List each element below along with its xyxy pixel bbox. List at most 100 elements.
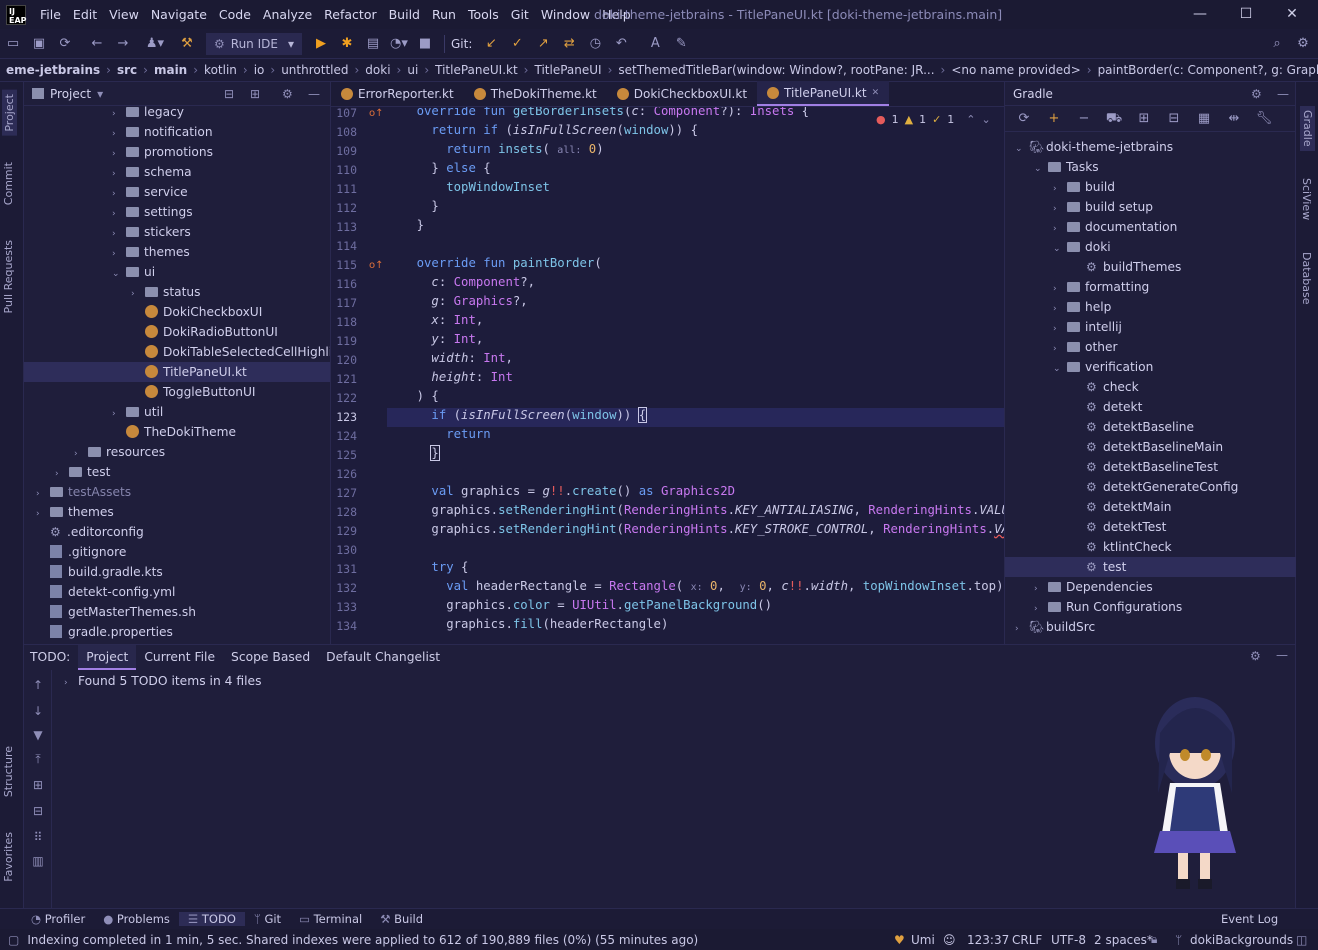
gradle-tree-row[interactable]: ⚙ detektBaselineMain bbox=[1005, 437, 1296, 457]
file-encoding[interactable]: UTF-8 bbox=[1051, 933, 1086, 947]
execute-task-icon[interactable]: ⛟ bbox=[1101, 108, 1127, 130]
project-tree-row[interactable]: .gitignore bbox=[24, 542, 330, 562]
open-folder-icon[interactable]: ▭ bbox=[0, 33, 26, 55]
todo-tab[interactable]: Scope Based bbox=[223, 645, 318, 670]
project-tree-row[interactable]: getMasterThemes.sh bbox=[24, 602, 330, 622]
autoscroll-icon[interactable]: ⤒ bbox=[30, 752, 46, 767]
collapse-all-icon[interactable]: ⊟ bbox=[224, 87, 234, 101]
emoji-icon[interactable]: ☺ bbox=[943, 933, 956, 947]
gradle-tree-row[interactable]: ⌄ doki bbox=[1005, 237, 1296, 257]
chevron-icon[interactable]: › bbox=[112, 184, 126, 204]
gradle-tree-row[interactable]: › Run Configurations bbox=[1005, 597, 1296, 617]
tool-window-button[interactable]: ◔ Profiler bbox=[22, 912, 94, 926]
project-tree-row[interactable]: ⌄ ui bbox=[24, 262, 330, 282]
breadcrumb-item[interactable]: kotlin bbox=[198, 63, 243, 77]
gradle-tree-row[interactable]: › build bbox=[1005, 177, 1296, 197]
menu-git[interactable]: Git bbox=[505, 7, 535, 22]
gradle-tree-row[interactable]: ⚙ detektGenerateConfig bbox=[1005, 477, 1296, 497]
tool-tab-sciview[interactable]: SciView bbox=[1300, 178, 1313, 220]
profile-icon[interactable]: ◔▾ bbox=[386, 33, 412, 55]
tool-tab-database[interactable]: Database bbox=[1300, 252, 1313, 305]
git-fetch-icon[interactable]: ⇄ bbox=[556, 33, 582, 55]
todo-tab[interactable]: Project bbox=[78, 645, 137, 670]
expand-all-icon[interactable]: ⊞ bbox=[250, 87, 260, 101]
hide-panel-icon[interactable]: — bbox=[308, 87, 320, 101]
project-tree-row[interactable]: TitlePaneUI.kt bbox=[24, 362, 330, 382]
todo-options-gear-icon[interactable]: ⚙ bbox=[1250, 649, 1261, 663]
tool-tab-gradle[interactable]: Gradle bbox=[1300, 106, 1315, 151]
project-tree-row[interactable]: › notification bbox=[24, 122, 330, 142]
filter-icon[interactable]: ▼ bbox=[30, 728, 46, 742]
gradle-tree-row[interactable]: › other bbox=[1005, 337, 1296, 357]
build-hammer-icon[interactable]: ⚒ bbox=[174, 33, 200, 55]
project-tree-row[interactable]: DokiRadioButtonUI bbox=[24, 322, 330, 342]
tool-tab-structure[interactable]: Structure bbox=[2, 746, 15, 797]
menu-tools[interactable]: Tools bbox=[462, 7, 505, 22]
menu-window[interactable]: Window bbox=[535, 7, 596, 22]
project-tree-row[interactable]: › testAssets bbox=[24, 482, 330, 502]
menu-analyze[interactable]: Analyze bbox=[257, 7, 318, 22]
status-message[interactable]: Indexing completed in 1 min, 5 sec. Shar… bbox=[27, 933, 698, 947]
chevron-icon[interactable]: › bbox=[1034, 599, 1048, 619]
chevron-icon[interactable]: › bbox=[1053, 179, 1067, 199]
breadcrumb-item[interactable]: <no name provided> bbox=[945, 63, 1086, 77]
project-tree-row[interactable]: ToggleButtonUI bbox=[24, 382, 330, 402]
chevron-icon[interactable]: › bbox=[1053, 219, 1067, 239]
collapse-all-icon[interactable]: ⊟ bbox=[30, 804, 46, 818]
chevron-icon[interactable]: › bbox=[112, 244, 126, 264]
chevron-icon[interactable]: ⌄ bbox=[1053, 359, 1067, 379]
chevron-icon[interactable]: › bbox=[112, 404, 126, 424]
reload-icon[interactable]: ⟳ bbox=[1011, 108, 1037, 130]
project-tree-row[interactable]: build.gradle.kts bbox=[24, 562, 330, 582]
gradle-hide-icon[interactable]: — bbox=[1277, 87, 1289, 101]
add-icon[interactable]: + bbox=[1041, 108, 1067, 130]
gradle-tree-row[interactable]: › intellij bbox=[1005, 317, 1296, 337]
git-commit-icon[interactable]: ✓ bbox=[504, 33, 530, 55]
chevron-icon[interactable]: ⌄ bbox=[1015, 139, 1029, 159]
tool-tab-commit[interactable]: Commit bbox=[2, 162, 15, 205]
history-icon[interactable]: ◷ bbox=[582, 33, 608, 55]
todo-summary-row[interactable]: › Found 5 TODO items in 4 files bbox=[64, 674, 262, 688]
tool-window-button[interactable]: ᛘ Git bbox=[245, 912, 290, 926]
todo-tab[interactable]: Current File bbox=[136, 645, 223, 670]
stop-icon[interactable]: ■ bbox=[412, 33, 438, 55]
options-gear-icon[interactable]: ⚙ bbox=[282, 87, 293, 101]
event-log-button[interactable]: Event Log bbox=[1212, 912, 1287, 926]
editor-tab[interactable]: ErrorReporter.kt bbox=[331, 81, 464, 106]
annotate-icon[interactable]: A bbox=[642, 33, 668, 55]
tool-window-button[interactable]: ⚒ Build bbox=[371, 912, 432, 926]
gradle-tree-row[interactable]: › 🐘︎ buildSrc bbox=[1005, 617, 1296, 637]
tool-tab-project[interactable]: Project bbox=[2, 90, 17, 136]
chevron-icon[interactable]: ⌄ bbox=[1053, 239, 1067, 259]
breadcrumb-item[interactable]: unthrottled bbox=[275, 63, 354, 77]
chevron-icon[interactable]: ⌄ bbox=[1034, 159, 1048, 179]
project-tree-row[interactable]: › legacy bbox=[24, 106, 330, 122]
gradle-tree-row[interactable]: › build setup bbox=[1005, 197, 1296, 217]
project-tree-row[interactable]: detekt-config.yml bbox=[24, 582, 330, 602]
breadcrumb-item[interactable]: paintBorder(c: Component?, g: Graphics?,… bbox=[1092, 63, 1318, 77]
breadcrumb-item[interactable]: TitlePaneUI bbox=[528, 63, 607, 77]
override-gutter-icon[interactable]: o↑ bbox=[369, 108, 384, 119]
menu-code[interactable]: Code bbox=[213, 7, 257, 22]
menu-refactor[interactable]: Refactor bbox=[318, 7, 382, 22]
highlight-icon[interactable]: ✎ bbox=[668, 33, 694, 55]
project-tree-row[interactable]: › promotions bbox=[24, 142, 330, 162]
project-tree-row[interactable]: › themes bbox=[24, 242, 330, 262]
override-gutter-icon[interactable]: o↑ bbox=[369, 260, 384, 271]
tool-window-button[interactable]: ☰ TODO bbox=[178, 912, 245, 926]
breadcrumb-item[interactable]: doki bbox=[359, 63, 396, 77]
chevron-icon[interactable]: › bbox=[1053, 299, 1067, 319]
editor-tab[interactable]: DokiCheckboxUI.kt bbox=[607, 81, 757, 106]
gradle-tree-row[interactable]: › formatting bbox=[1005, 277, 1296, 297]
user-icon[interactable]: ♟▾ bbox=[142, 33, 168, 55]
remove-icon[interactable]: − bbox=[1071, 108, 1097, 130]
theme-name[interactable]: Umi bbox=[911, 933, 935, 947]
tool-tab-pull-requests[interactable]: Pull Requests bbox=[2, 240, 15, 313]
line-separator[interactable]: CRLF bbox=[1012, 933, 1042, 947]
minimize-icon[interactable]: — bbox=[1190, 4, 1210, 24]
chevron-icon[interactable]: › bbox=[112, 164, 126, 184]
breadcrumb-item[interactable]: setThemedTitleBar(window: Window?, rootP… bbox=[612, 63, 940, 77]
gradle-tree-row[interactable]: ⌄ verification bbox=[1005, 357, 1296, 377]
project-title[interactable]: Project bbox=[50, 87, 91, 101]
gradle-tree-row[interactable]: › help bbox=[1005, 297, 1296, 317]
